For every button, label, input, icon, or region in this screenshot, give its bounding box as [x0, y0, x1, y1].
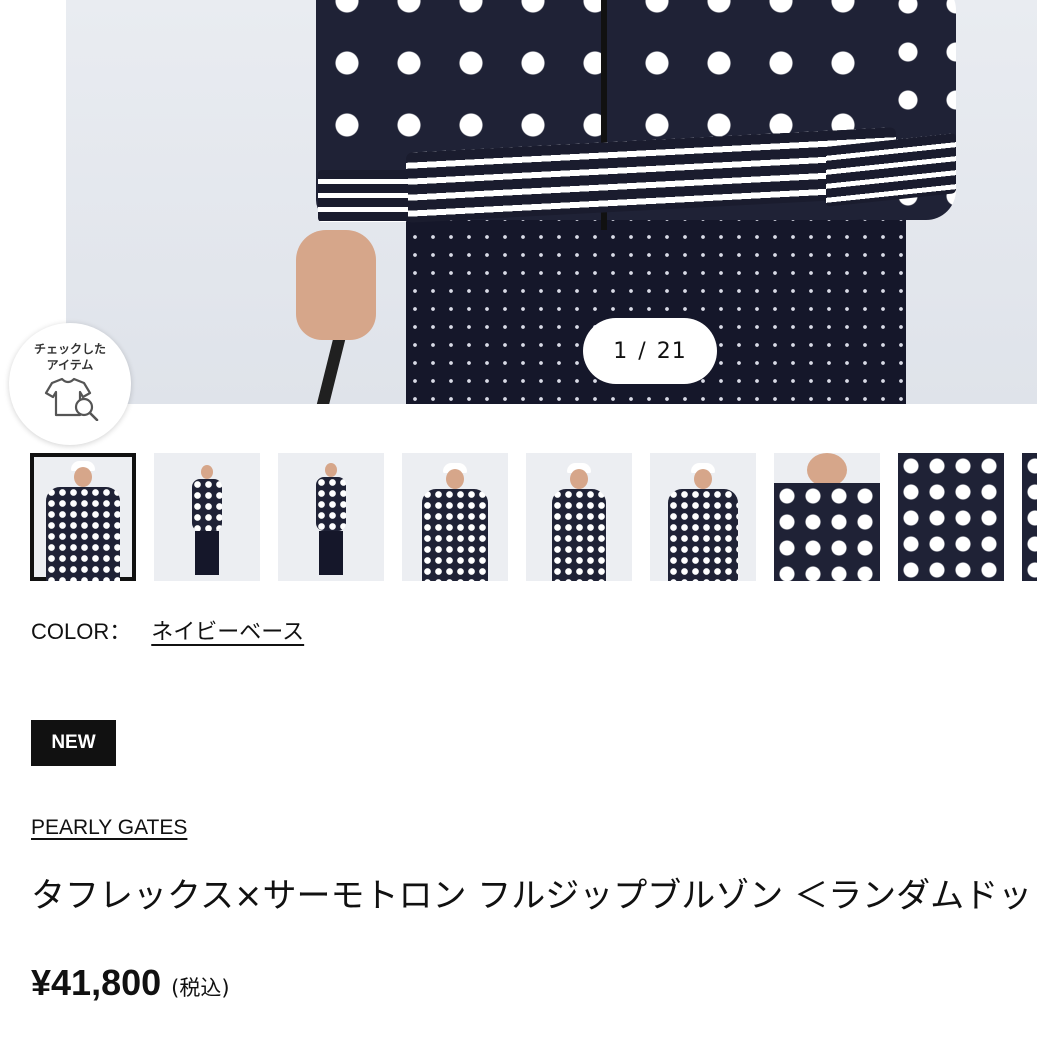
head-graphic — [694, 469, 712, 489]
color-selector: COLOR： ネイビーベース — [31, 614, 304, 646]
tax-note: (税込) — [171, 976, 230, 1000]
brand-link[interactable]: PEARLY GATES — [31, 816, 187, 840]
head-graphic — [446, 469, 464, 489]
figure-graphic — [1022, 453, 1037, 581]
color-label: COLOR： — [31, 619, 132, 644]
image-counter-separator: / — [638, 338, 647, 364]
thumbnail-7[interactable] — [774, 453, 880, 581]
thumbnail-4[interactable] — [402, 453, 508, 581]
left-cuff-graphic — [318, 170, 408, 222]
figure-graphic — [316, 477, 346, 531]
head-graphic — [807, 453, 847, 487]
figure-graphic — [552, 489, 606, 581]
checked-items-label-line1: チェックした — [33, 342, 106, 356]
head-graphic — [74, 467, 92, 487]
product-price: ¥41,800 — [31, 962, 162, 1003]
figure-graphic — [774, 483, 880, 581]
tshirt-search-icon — [44, 377, 99, 421]
checked-items-label-line2: アイテム — [46, 358, 94, 372]
thumbnail-strip[interactable] — [30, 453, 1037, 581]
figure-graphic — [668, 489, 738, 581]
head-graphic — [201, 465, 213, 479]
thumbnail-2[interactable] — [154, 453, 260, 581]
figure-graphic — [898, 453, 1004, 581]
thumbnail-3[interactable] — [278, 453, 384, 581]
hand-graphic — [296, 230, 376, 340]
thumbnail-5[interactable] — [526, 453, 632, 581]
new-badge: NEW — [31, 720, 116, 766]
legs-graphic — [319, 531, 343, 575]
thumbnail-6[interactable] — [650, 453, 756, 581]
checked-items-button[interactable]: チェックした アイテム — [9, 323, 131, 445]
figure-graphic — [422, 489, 488, 581]
figure-graphic — [46, 487, 120, 581]
product-title: タフレックス×サーモトロン フルジップブルゾン ＜ランダムドット — [31, 876, 1037, 916]
figure-graphic — [192, 479, 222, 531]
thumbnail-9[interactable] — [1022, 453, 1037, 581]
price-row: ¥41,800 (税込) — [31, 962, 230, 1004]
thumbnail-8[interactable] — [898, 453, 1004, 581]
head-graphic — [570, 469, 588, 489]
head-graphic — [325, 463, 337, 477]
image-counter-current: 1 — [613, 338, 629, 364]
image-counter-total: 21 — [656, 338, 687, 364]
product-main-image[interactable] — [66, 0, 1037, 404]
color-value-link[interactable]: ネイビーベース — [151, 614, 304, 646]
thumbnail-1[interactable] — [30, 453, 136, 581]
legs-graphic — [195, 531, 219, 575]
image-counter: 1 / 21 — [583, 318, 717, 384]
